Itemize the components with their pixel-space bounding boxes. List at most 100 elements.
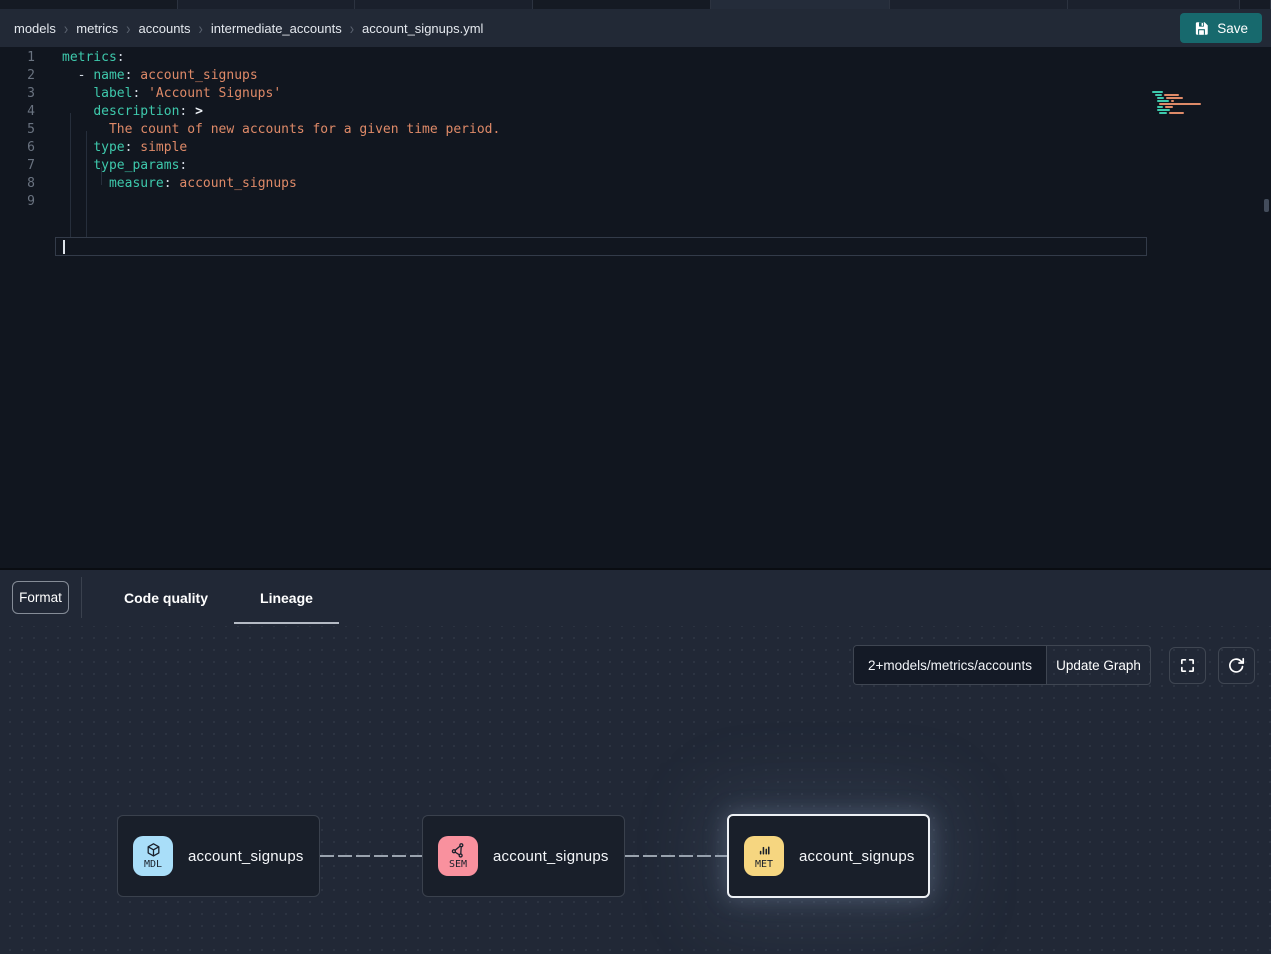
node-label: account_signups xyxy=(799,848,915,865)
code-editor[interactable]: 1metrics:2 - name: account_signups3 labe… xyxy=(0,47,1271,568)
minimap-line xyxy=(1150,103,1214,105)
code-line[interactable]: 7 type_params: xyxy=(0,157,500,175)
breadcrumb-item[interactable]: metrics xyxy=(76,21,118,36)
chevron-right-icon: › xyxy=(350,19,354,38)
breadcrumb-bar: models › metrics › accounts › intermediate_acc… xyxy=(0,9,1271,47)
current-line-highlight xyxy=(55,237,1147,256)
format-button[interactable]: Format xyxy=(12,581,69,614)
code-text: metrics: xyxy=(55,49,125,67)
refresh-icon xyxy=(1228,657,1245,674)
breadcrumb-item[interactable]: intermediate_accounts xyxy=(211,21,342,36)
network-icon xyxy=(450,842,467,859)
lineage-node-met[interactable]: MET account_signups xyxy=(727,814,930,898)
indent-guide xyxy=(101,167,102,185)
indent-guide xyxy=(86,131,87,238)
line-number: 7 xyxy=(0,157,55,175)
lineage-selector-input[interactable] xyxy=(854,646,1046,684)
file-tab[interactable] xyxy=(0,0,178,9)
lineage-node-mdl[interactable]: MDL account_signups xyxy=(117,815,320,897)
code-text xyxy=(55,193,62,211)
lineage-node-sem[interactable]: SEM account_signups xyxy=(422,815,625,897)
node-badge-label: MDL xyxy=(144,859,162,870)
file-tab[interactable] xyxy=(1240,0,1271,9)
file-tab[interactable] xyxy=(1068,0,1240,9)
line-number: 5 xyxy=(0,121,55,139)
bottom-panel: Format Code quality Lineage Update Graph xyxy=(0,570,1271,954)
save-button-label: Save xyxy=(1217,21,1248,36)
code-text: type: simple xyxy=(55,139,187,157)
minimap-line xyxy=(1150,91,1214,93)
lineage-edge xyxy=(320,855,422,857)
chevron-right-icon: › xyxy=(199,19,203,38)
minimap-line xyxy=(1150,100,1214,102)
file-tab[interactable] xyxy=(533,0,711,9)
minimap-line xyxy=(1150,109,1214,111)
code-text: - name: account_signups xyxy=(55,67,258,85)
tab-label: Lineage xyxy=(260,590,313,606)
node-label: account_signups xyxy=(493,848,609,865)
line-number: 9 xyxy=(0,193,55,211)
breadcrumb-item[interactable]: accounts xyxy=(139,21,191,36)
tab-label: Code quality xyxy=(124,590,208,606)
file-tab[interactable] xyxy=(711,0,890,9)
file-tab[interactable] xyxy=(355,0,533,9)
code-line[interactable]: 2 - name: account_signups xyxy=(0,67,500,85)
code-text: The count of new accounts for a given ti… xyxy=(55,121,500,139)
code-line[interactable]: 4 description: > xyxy=(0,103,500,121)
node-badge-met: MET xyxy=(744,836,784,876)
refresh-button[interactable] xyxy=(1218,647,1255,684)
code-text: type_params: xyxy=(55,157,187,175)
tab-code-quality[interactable]: Code quality xyxy=(98,570,234,626)
minimap-line xyxy=(1150,112,1214,114)
chevron-right-icon: › xyxy=(64,19,68,38)
code-text: description: > xyxy=(55,103,203,121)
cube-icon xyxy=(145,842,162,859)
code-line[interactable]: 6 type: simple xyxy=(0,139,500,157)
code-text: label: 'Account Signups' xyxy=(55,85,281,103)
minimap-line xyxy=(1150,106,1214,108)
minimap-line xyxy=(1150,97,1214,99)
node-badge-sem: SEM xyxy=(438,836,478,876)
minimap[interactable] xyxy=(1150,91,1214,115)
save-button[interactable]: Save xyxy=(1180,13,1262,43)
floppy-icon xyxy=(1194,21,1209,36)
node-badge-label: SEM xyxy=(449,859,467,870)
active-tab-underline xyxy=(234,622,339,625)
chevron-right-icon: › xyxy=(126,19,130,38)
line-number: 2 xyxy=(0,67,55,85)
indent-guide xyxy=(70,113,71,238)
code-text: measure: account_signups xyxy=(55,175,297,193)
tab-lineage[interactable]: Lineage xyxy=(234,570,339,626)
node-label: account_signups xyxy=(188,848,304,865)
line-number: 8 xyxy=(0,175,55,193)
breadcrumb: models › metrics › accounts › intermediate_acc… xyxy=(14,21,1180,36)
breadcrumb-item[interactable]: models xyxy=(14,21,56,36)
line-number: 4 xyxy=(0,103,55,121)
scrollbar-thumb[interactable] xyxy=(1264,199,1269,212)
selector-group: Update Graph xyxy=(853,645,1151,685)
file-tab-strip[interactable] xyxy=(0,0,1271,9)
minimap-line xyxy=(1150,94,1214,96)
update-graph-button[interactable]: Update Graph xyxy=(1046,646,1150,684)
code-line[interactable]: 9 xyxy=(0,193,500,211)
header-divider xyxy=(81,577,82,618)
code-line[interactable]: 8 measure: account_signups xyxy=(0,175,500,193)
line-number: 3 xyxy=(0,85,55,103)
fullscreen-button[interactable] xyxy=(1169,647,1206,684)
file-tab[interactable] xyxy=(178,0,355,9)
code-line[interactable]: 3 label: 'Account Signups' xyxy=(0,85,500,103)
panel-header: Format Code quality Lineage xyxy=(0,570,1271,626)
ide-window: models › metrics › accounts › intermediate_acc… xyxy=(0,0,1271,954)
lineage-edge xyxy=(625,855,727,857)
node-badge-label: MET xyxy=(755,859,773,870)
file-tab[interactable] xyxy=(890,0,1068,9)
breadcrumb-item[interactable]: account_signups.yml xyxy=(362,21,483,36)
line-number: 6 xyxy=(0,139,55,157)
code-line[interactable]: 1metrics: xyxy=(0,49,500,67)
lineage-toolbar: Update Graph xyxy=(853,645,1255,685)
node-badge-mdl: MDL xyxy=(133,836,173,876)
line-number: 1 xyxy=(0,49,55,67)
lineage-canvas[interactable]: Update Graph xyxy=(0,626,1271,954)
code-line[interactable]: 5 The count of new accounts for a given … xyxy=(0,121,500,139)
text-cursor xyxy=(63,240,65,254)
